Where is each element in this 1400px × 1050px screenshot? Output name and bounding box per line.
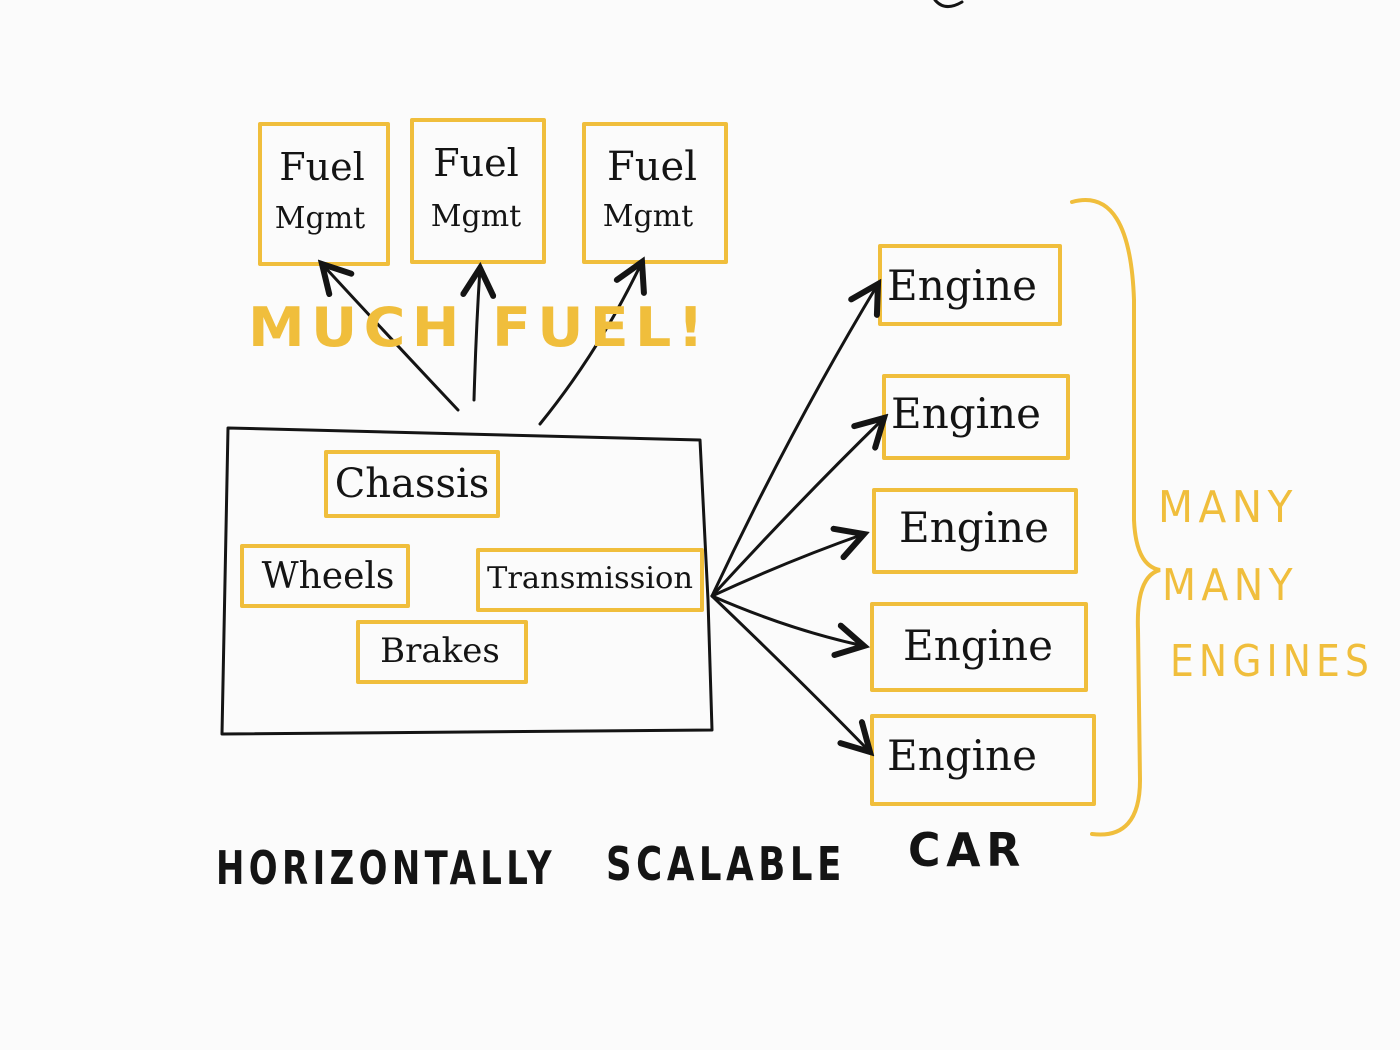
engine-box-5: Engine (870, 714, 1096, 806)
engine-label: Engine (887, 261, 1037, 310)
fuel-mgmt-label-line2: Mgmt (603, 199, 693, 234)
wheels-label: Wheels (262, 556, 395, 597)
wheels-part: Wheels (240, 544, 410, 608)
fuel-mgmt-label-line1: Fuel (433, 141, 518, 185)
arrow-to-engine-2 (710, 418, 884, 598)
engine-box-4: Engine (870, 602, 1088, 692)
fuel-mgmt-label-line2: Mgmt (275, 201, 365, 236)
brakes-label: Brakes (380, 631, 500, 671)
caption-word-2: SCALABLE (606, 837, 846, 891)
caption-word-3: CAR (908, 823, 1026, 877)
diagram-canvas: Fuel Mgmt Fuel Mgmt Fuel Mgmt MUCH FUEL!… (216, 0, 1374, 895)
engine-box-2: Engine (882, 374, 1070, 460)
many-engines-note-line1: MANY (1158, 482, 1298, 533)
engine-label: Engine (899, 503, 1049, 552)
fuel-mgmt-box-3: Fuel Mgmt (582, 122, 728, 264)
engines-brace (1070, 198, 1161, 837)
arrow-to-engine-3 (710, 534, 864, 598)
brakes-part: Brakes (356, 620, 528, 684)
transmission-label: Transmission (487, 561, 693, 596)
cutoff-stroke (933, 0, 964, 8)
arrow-to-engine-1 (710, 284, 878, 598)
fuel-mgmt-box-1: Fuel Mgmt (258, 122, 390, 266)
chassis-part: Chassis (324, 450, 500, 518)
fuel-mgmt-box-2: Fuel Mgmt (410, 118, 546, 264)
fuel-mgmt-label-line2: Mgmt (431, 199, 521, 234)
many-engines-note-line3: ENGINES (1170, 636, 1374, 687)
fuel-mgmt-label-line1: Fuel (279, 145, 364, 189)
engine-label: Engine (887, 731, 1037, 780)
caption-word-1: HORIZONTALLY (216, 841, 556, 895)
engine-label: Engine (891, 389, 1041, 438)
much-fuel-note: MUCH FUEL! (248, 296, 710, 359)
transmission-part: Transmission (476, 548, 704, 612)
engine-box-3: Engine (872, 488, 1078, 574)
fuel-mgmt-label-line1: Fuel (607, 144, 697, 190)
chassis-label: Chassis (335, 461, 490, 507)
engine-label: Engine (903, 621, 1053, 670)
arrow-to-engine-4 (710, 594, 864, 646)
arrow-to-engine-5 (710, 594, 870, 752)
engine-box-1: Engine (878, 244, 1062, 326)
many-engines-note-line2: MANY (1162, 560, 1298, 611)
